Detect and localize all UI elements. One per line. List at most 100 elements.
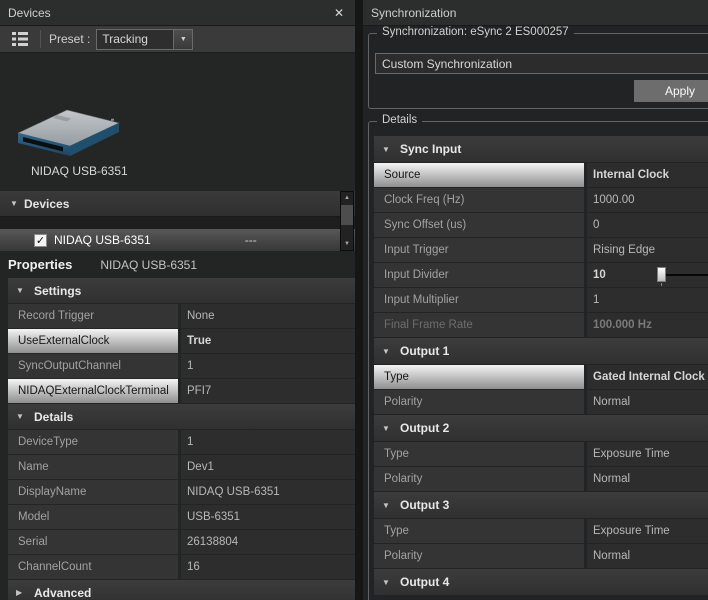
property-value-cell[interactable]: PFI7 bbox=[181, 379, 355, 403]
property-row[interactable]: Final Frame Rate100.000 Hz bbox=[374, 313, 708, 337]
property-row[interactable]: DisplayNameNIDAQ USB-6351 bbox=[8, 480, 355, 504]
property-row[interactable]: DeviceType 1 bbox=[8, 430, 355, 454]
preset-dropdown[interactable]: Tracking ▼ bbox=[96, 29, 193, 50]
property-value-cell[interactable]: Exposure Time bbox=[587, 519, 708, 543]
property-value-cell[interactable]: Internal Clock bbox=[587, 163, 708, 187]
property-row[interactable]: Polarity Normal bbox=[374, 467, 708, 491]
property-label-cell[interactable]: Input Trigger bbox=[374, 238, 584, 262]
section-header-settings[interactable]: ▼Settings bbox=[8, 278, 355, 303]
property-label-cell[interactable]: Clock Freq (Hz) bbox=[374, 188, 584, 212]
property-value-cell[interactable]: 1000.00 bbox=[587, 188, 708, 212]
device-tree-group-header[interactable]: ▼ Devices bbox=[0, 191, 355, 217]
property-label: Type bbox=[384, 371, 409, 383]
property-label-cell[interactable]: Type bbox=[374, 365, 584, 389]
property-label-cell[interactable]: Serial bbox=[8, 530, 178, 554]
device-list-view-button[interactable] bbox=[8, 29, 32, 49]
property-value-cell[interactable]: 10 bbox=[587, 263, 708, 287]
property-label-cell[interactable]: Input Multiplier bbox=[374, 288, 584, 312]
slider-handle[interactable] bbox=[657, 267, 666, 282]
property-value-cell[interactable]: Normal bbox=[587, 544, 708, 568]
property-row[interactable]: Clock Freq (Hz)1000.00 bbox=[374, 188, 708, 212]
property-label-cell[interactable]: UseExternalClock bbox=[8, 329, 178, 353]
property-row[interactable]: NameDev1 bbox=[8, 455, 355, 479]
property-label-cell[interactable]: SyncOutputChannel bbox=[8, 354, 178, 378]
section-label: Output 3 bbox=[400, 498, 449, 512]
property-value-cell[interactable]: Exposure Time bbox=[587, 442, 708, 466]
property-value-cell[interactable]: 1 bbox=[587, 288, 708, 312]
property-value-cell[interactable]: 1 bbox=[181, 430, 355, 454]
property-row[interactable]: Input Divider10 bbox=[374, 263, 708, 287]
property-value-cell[interactable]: NIDAQ USB-6351 bbox=[181, 480, 355, 504]
property-label-cell[interactable]: Input Divider bbox=[374, 263, 584, 287]
property-row[interactable]: NIDAQExternalClockTerminalPFI7 bbox=[8, 379, 355, 403]
property-label-cell[interactable]: Model bbox=[8, 505, 178, 529]
property-label-cell[interactable]: DisplayName bbox=[8, 480, 178, 504]
property-value-cell[interactable]: None bbox=[181, 304, 355, 328]
property-label-cell[interactable]: Type bbox=[374, 442, 584, 466]
property-value-cell[interactable]: Dev1 bbox=[181, 455, 355, 479]
property-value-cell[interactable]: 16 bbox=[181, 555, 355, 579]
scrollbar-thumb[interactable] bbox=[341, 205, 353, 225]
devices-panel-title: Devices bbox=[8, 6, 51, 20]
property-value-cell[interactable]: 26138804 bbox=[181, 530, 355, 554]
apply-button[interactable]: Apply bbox=[634, 80, 708, 102]
property-row[interactable]: SourceInternal Clock bbox=[374, 163, 708, 187]
property-label-cell[interactable]: Record Trigger bbox=[8, 304, 178, 328]
property-value: Normal bbox=[593, 473, 630, 485]
property-value-cell[interactable]: True bbox=[181, 329, 355, 353]
property-label-cell[interactable]: NIDAQExternalClockTerminal bbox=[8, 379, 178, 403]
property-value-cell[interactable]: Normal bbox=[587, 390, 708, 414]
scroll-up-icon[interactable]: ▲ bbox=[341, 192, 353, 204]
property-label-cell[interactable]: Source bbox=[374, 163, 584, 187]
property-value-cell[interactable]: 100.000 Hz bbox=[587, 313, 708, 337]
property-label-cell[interactable]: ChannelCount bbox=[8, 555, 178, 579]
chevron-down-icon[interactable]: ▼ bbox=[173, 30, 192, 49]
section-header-advanced[interactable]: ▶Advanced bbox=[8, 580, 355, 600]
sync-preset-dropdown[interactable]: Custom Synchronization bbox=[375, 53, 708, 74]
section-header-details[interactable]: ▼Details bbox=[8, 404, 355, 429]
section-header-output-4[interactable]: ▼Output 4 bbox=[374, 569, 708, 595]
property-value-cell[interactable]: USB-6351 bbox=[181, 505, 355, 529]
property-label-cell[interactable]: DeviceType bbox=[8, 430, 178, 454]
property-row[interactable]: PolarityNormal bbox=[374, 390, 708, 414]
property-value-cell[interactable]: 0 bbox=[587, 213, 708, 237]
property-row[interactable]: Type Gated Internal Clock bbox=[374, 365, 708, 389]
property-value-cell[interactable]: Rising Edge bbox=[587, 238, 708, 262]
value-slider[interactable] bbox=[627, 263, 708, 287]
section-header-output-1[interactable]: ▼Output 1 bbox=[374, 338, 708, 364]
device-enabled-checkbox[interactable]: ✓ bbox=[34, 234, 47, 247]
property-row[interactable]: TypeExposure Time bbox=[374, 442, 708, 466]
property-label-cell[interactable]: Name bbox=[8, 455, 178, 479]
section-header-output-3[interactable]: ▼Output 3 bbox=[374, 492, 708, 518]
property-label-cell[interactable]: Type bbox=[374, 519, 584, 543]
property-label-cell[interactable]: Sync Offset (us) bbox=[374, 213, 584, 237]
property-row[interactable]: TypeExposure Time bbox=[374, 519, 708, 543]
property-row[interactable]: Input Multiplier1 bbox=[374, 288, 708, 312]
section-header-output-2[interactable]: ▼Output 2 bbox=[374, 415, 708, 441]
property-label-cell[interactable]: Final Frame Rate bbox=[374, 313, 584, 337]
property-row[interactable]: PolarityNormal bbox=[374, 544, 708, 568]
property-value-cell[interactable]: Normal bbox=[587, 467, 708, 491]
property-row[interactable]: UseExternalClockTrue bbox=[8, 329, 355, 353]
section-header-sync-input[interactable]: ▼Sync Input bbox=[374, 136, 708, 162]
close-icon[interactable]: ✕ bbox=[331, 5, 347, 21]
property-label-cell[interactable]: Polarity bbox=[374, 390, 584, 414]
property-label-cell[interactable]: Polarity bbox=[374, 544, 584, 568]
property-row[interactable]: SyncOutputChannel1 bbox=[8, 354, 355, 378]
property-label: Record Trigger bbox=[18, 310, 94, 322]
device-preview: NIDAQ USB-6351 bbox=[0, 54, 355, 191]
property-row[interactable]: ChannelCount16 bbox=[8, 555, 355, 579]
property-label-cell[interactable]: Polarity bbox=[374, 467, 584, 491]
property-row[interactable]: Sync Offset (us)0 bbox=[374, 213, 708, 237]
property-row[interactable]: Record Trigger None bbox=[8, 304, 355, 328]
property-row[interactable]: Serial26138804 bbox=[8, 530, 355, 554]
property-row[interactable]: Input TriggerRising Edge bbox=[374, 238, 708, 262]
property-row[interactable]: ModelUSB-6351 bbox=[8, 505, 355, 529]
scroll-down-icon[interactable]: ▼ bbox=[341, 238, 353, 250]
property-value-cell[interactable]: Gated Internal Clock bbox=[587, 365, 708, 389]
property-value-cell[interactable]: 1 bbox=[181, 354, 355, 378]
device-tree-scrollbar[interactable]: ▲ ▼ bbox=[340, 191, 354, 251]
device-row[interactable]: ✓ NIDAQ USB-6351 --- bbox=[0, 229, 355, 251]
slider-track[interactable] bbox=[663, 274, 708, 276]
property-value: 1 bbox=[187, 436, 193, 448]
